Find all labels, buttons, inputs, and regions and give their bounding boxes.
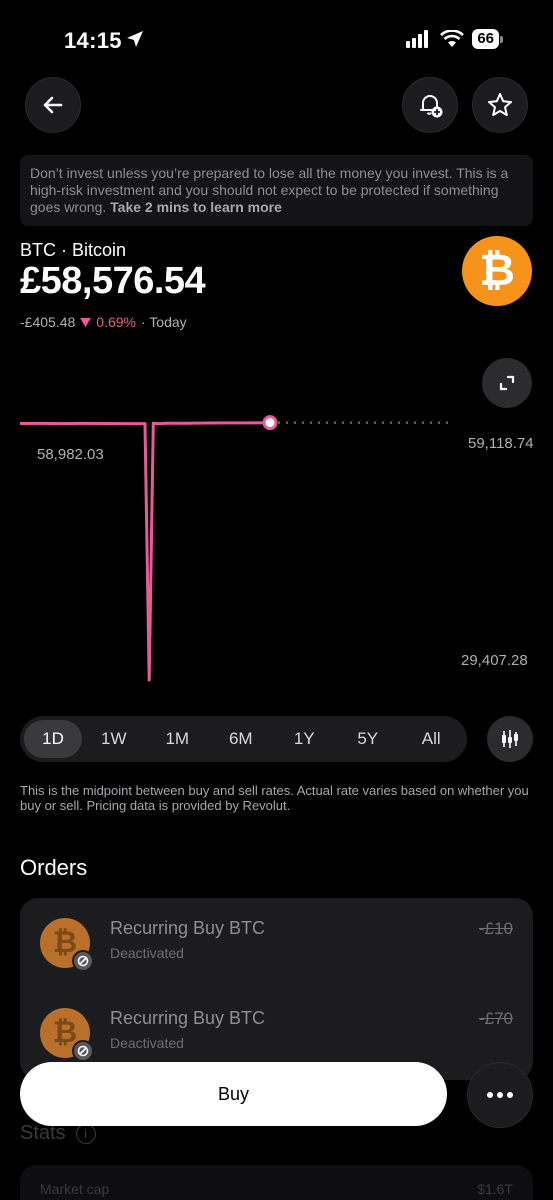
status-time: 14:15: [64, 28, 122, 53]
learn-more-link[interactable]: Take 2 mins to learn more: [110, 199, 282, 215]
status-indicators: 66: [406, 29, 503, 49]
bell-plus-icon: [420, 95, 443, 118]
price-alert-button[interactable]: [402, 77, 458, 133]
battery-indicator: 66: [472, 29, 503, 49]
order-title: Recurring Buy BTC: [110, 1008, 266, 1028]
bitcoin-logo: ₿: [462, 236, 532, 306]
y-axis-label-low: 29,407.28: [461, 652, 528, 669]
candlestick-toggle-button[interactable]: [487, 716, 533, 762]
order-amount: -£10: [478, 919, 513, 938]
location-arrow-icon: [127, 31, 143, 47]
order-status: Deactivated: [110, 1035, 184, 1051]
cellular-signal-icon: [406, 30, 429, 48]
order-row[interactable]: ₿ Recurring Buy BTC Deactivated -£10: [20, 898, 533, 978]
expand-icon: [499, 375, 515, 391]
order-row[interactable]: ₿ Recurring Buy BTC Deactivated -£70: [20, 988, 533, 1068]
info-icon[interactable]: i: [75, 1123, 96, 1144]
y-axis-label-high: 59,118.74: [468, 435, 534, 452]
time-range-selector: 1D 1W 1M 6M 1Y 5Y All: [20, 716, 467, 762]
back-button[interactable]: [25, 77, 81, 133]
down-triangle-icon: [80, 317, 92, 327]
price-change-absolute: -£405.48: [20, 314, 76, 330]
range-1m[interactable]: 1M: [146, 720, 210, 758]
star-icon: [488, 93, 512, 116]
arrow-left-icon: [43, 96, 63, 114]
price-change-period: · Today: [140, 314, 187, 330]
orders-heading: Orders: [20, 855, 88, 880]
y-axis-label-open: 58,982.03: [37, 446, 104, 463]
range-1w[interactable]: 1W: [82, 720, 146, 758]
price-chart[interactable]: [0, 400, 460, 690]
more-dots-icon: [507, 1092, 513, 1098]
orders-list: ₿ Recurring Buy BTC Deactivated -£10 ₿ R…: [20, 898, 533, 1080]
deactivated-badge-icon: [72, 1040, 94, 1062]
favourite-button[interactable]: [472, 77, 528, 133]
order-status: Deactivated: [110, 945, 184, 961]
pricing-disclaimer: This is the midpoint between buy and sel…: [20, 783, 529, 813]
range-1y[interactable]: 1Y: [273, 720, 337, 758]
risk-warning: Don’t invest unless you’re prepared to l…: [20, 155, 533, 226]
price-change-percent: 0.69%: [96, 314, 136, 330]
order-title: Recurring Buy BTC: [110, 918, 266, 938]
market-cap-value: $1.6T: [477, 1181, 513, 1197]
stats-card: Market cap $1.6T: [20, 1165, 533, 1200]
range-6m[interactable]: 6M: [209, 720, 273, 758]
range-5y[interactable]: 5Y: [336, 720, 400, 758]
market-cap-label: Market cap: [40, 1181, 110, 1197]
price-change: -£405.48 0.69% · Today: [20, 314, 187, 330]
battery-tip: [500, 35, 503, 43]
deactivated-badge-icon: [72, 950, 94, 972]
range-1d[interactable]: 1D: [24, 720, 82, 758]
expand-chart-button[interactable]: [482, 358, 532, 408]
more-dots-icon: [487, 1092, 493, 1098]
candlestick-icon: [502, 730, 518, 748]
range-all[interactable]: All: [400, 720, 464, 758]
more-options-button[interactable]: [467, 1062, 533, 1128]
asset-price: £58,576.54: [20, 260, 206, 302]
battery-level: 66: [472, 29, 499, 49]
current-price-marker: [262, 415, 278, 431]
buy-button[interactable]: Buy: [20, 1062, 447, 1126]
more-dots-icon: [497, 1092, 503, 1098]
wifi-icon: [440, 30, 465, 47]
order-amount: -£70: [478, 1009, 513, 1028]
asset-name: BTC · Bitcoin: [20, 240, 127, 260]
